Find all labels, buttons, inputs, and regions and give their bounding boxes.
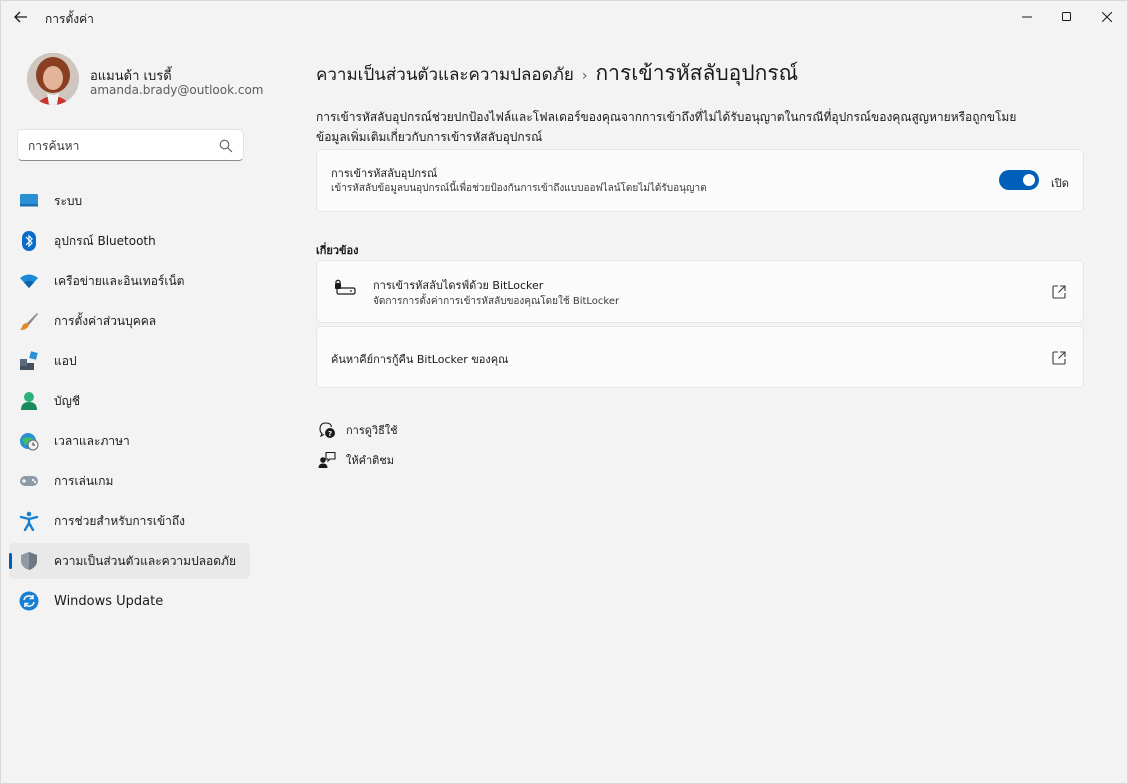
sidebar-nav: ระบบ อุปกรณ์ Bluetooth เครือข่ายและอินเท… (9, 183, 250, 623)
sidebar-item-label: ระบบ (54, 193, 83, 208)
device-encryption-toggle[interactable] (999, 170, 1039, 190)
help-icon: ? (318, 421, 336, 439)
bitlocker-subtitle: จัดการการตั้งค่าการเข้ารหัสลับของคุณโดยใ… (373, 296, 620, 307)
globe-clock-icon (19, 431, 39, 451)
sidebar-item-network[interactable]: เครือข่ายและอินเทอร์เน็ต (9, 263, 250, 299)
sidebar-item-time-language[interactable]: เวลาและภาษา (9, 423, 250, 459)
sidebar-item-system[interactable]: ระบบ (9, 183, 250, 219)
device-encryption-title: การเข้ารหัสลับอุปกรณ์ (331, 167, 438, 180)
find-recovery-key-card[interactable]: ค้นหาคีย์การกู้คืน BitLocker ของคุณ (316, 326, 1084, 388)
profile-email: amanda.brady@outlook.com (90, 83, 264, 97)
search-input[interactable] (28, 136, 218, 156)
maximize-button[interactable] (1045, 1, 1089, 33)
get-help-link[interactable]: ? การดูวิธีใช้ (318, 420, 398, 440)
svg-text:?: ? (328, 430, 332, 438)
avatar (27, 53, 79, 105)
settings-window: การตั้งค่า อแมนด้า เบรดี้ amanda.brady@o… (0, 0, 1128, 784)
wifi-icon (19, 271, 39, 291)
feedback-icon (318, 451, 336, 469)
toggle-knob (1023, 174, 1035, 186)
minimize-icon (1022, 16, 1032, 18)
page-description: การเข้ารหัสลับอุปกรณ์ช่วยปกป้องไฟล์และโฟ… (316, 110, 1017, 124)
give-feedback-link[interactable]: ให้คำติชม (318, 450, 394, 470)
sidebar-item-label: แอป (54, 353, 77, 368)
gamepad-icon (19, 471, 39, 491)
toggle-state-label: เปิด (1051, 177, 1069, 190)
page-title: การเข้ารหัสลับอุปกรณ์ (595, 61, 799, 85)
brush-icon (19, 311, 39, 331)
bitlocker-title: การเข้ารหัสลับไดรฟ์ด้วย BitLocker (373, 279, 544, 292)
search-icon[interactable] (219, 139, 233, 153)
close-button[interactable] (1085, 1, 1127, 33)
get-help-label: การดูวิธีใช้ (346, 424, 398, 437)
minimize-button[interactable] (1005, 1, 1049, 33)
search-box (17, 129, 244, 161)
user-profile[interactable]: อแมนด้า เบรดี้ amanda.brady@outlook.com (27, 53, 263, 107)
update-icon (19, 591, 39, 611)
sidebar-item-label: เครือข่ายและอินเทอร์เน็ต (54, 273, 185, 288)
title-bar: การตั้งค่า (1, 1, 1127, 33)
related-section-title: เกี่ยวข้อง (316, 244, 359, 257)
app-title: การตั้งค่า (45, 12, 94, 26)
sidebar-item-label: การเล่นเกม (54, 473, 114, 488)
arrow-left-icon (14, 11, 27, 23)
drive-lock-icon (335, 279, 356, 295)
device-encryption-subtitle: เข้ารหัสลับข้อมูลบนอุปกรณ์นี้เพื่อช่วยป้… (331, 183, 707, 194)
sidebar-item-label: ความเป็นส่วนตัวและความปลอดภัย (54, 553, 236, 568)
shield-icon (19, 551, 39, 571)
sidebar-item-accessibility[interactable]: การช่วยสำหรับการเข้าถึง (9, 503, 250, 539)
device-encryption-card: การเข้ารหัสลับอุปกรณ์ เข้ารหัสลับข้อมูลบ… (316, 149, 1084, 212)
sidebar-item-label: บัญชี (54, 393, 80, 408)
bitlocker-drive-encryption-card[interactable]: การเข้ารหัสลับไดรฟ์ด้วย BitLocker จัดการ… (316, 260, 1084, 323)
breadcrumb-parent[interactable]: ความเป็นส่วนตัวและความปลอดภัย (316, 61, 574, 88)
breadcrumb: ความเป็นส่วนตัวและความปลอดภัย › การเข้าร… (316, 57, 798, 89)
breadcrumb-separator: › (581, 68, 588, 84)
close-icon (1102, 12, 1112, 22)
back-button[interactable] (11, 8, 31, 26)
sidebar-item-gaming[interactable]: การเล่นเกม (9, 463, 250, 499)
sidebar-item-label: Windows Update (54, 593, 164, 609)
sidebar-item-personalization[interactable]: การตั้งค่าส่วนบุคคล (9, 303, 250, 339)
maximize-icon (1062, 12, 1071, 21)
monitor-icon (19, 191, 39, 211)
sidebar-item-apps[interactable]: แอป (9, 343, 250, 379)
account-icon (19, 391, 39, 411)
sidebar-item-windows-update[interactable]: Windows Update (9, 583, 250, 619)
open-external-icon (1052, 285, 1066, 299)
sidebar-item-accounts[interactable]: บัญชี (9, 383, 250, 419)
sidebar-item-label: เวลาและภาษา (54, 433, 130, 448)
bluetooth-icon (19, 231, 39, 251)
sidebar-item-label: การช่วยสำหรับการเข้าถึง (54, 513, 186, 528)
give-feedback-label: ให้คำติชม (346, 454, 395, 467)
sidebar-item-label: การตั้งค่าส่วนบุคคล (54, 313, 157, 328)
apps-icon (19, 351, 39, 371)
accessibility-icon (19, 511, 39, 531)
sidebar-item-privacy-security[interactable]: ความเป็นส่วนตัวและความปลอดภัย (9, 543, 250, 579)
open-external-icon (1052, 351, 1066, 365)
sidebar-item-label: อุปกรณ์ Bluetooth (54, 233, 156, 248)
sidebar-item-bluetooth[interactable]: อุปกรณ์ Bluetooth (9, 223, 250, 259)
learn-more-link[interactable]: ข้อมูลเพิ่มเติมเกี่ยวกับการเข้ารหัสลับอุ… (316, 128, 542, 147)
recovery-key-title: ค้นหาคีย์การกู้คืน BitLocker ของคุณ (331, 353, 509, 366)
